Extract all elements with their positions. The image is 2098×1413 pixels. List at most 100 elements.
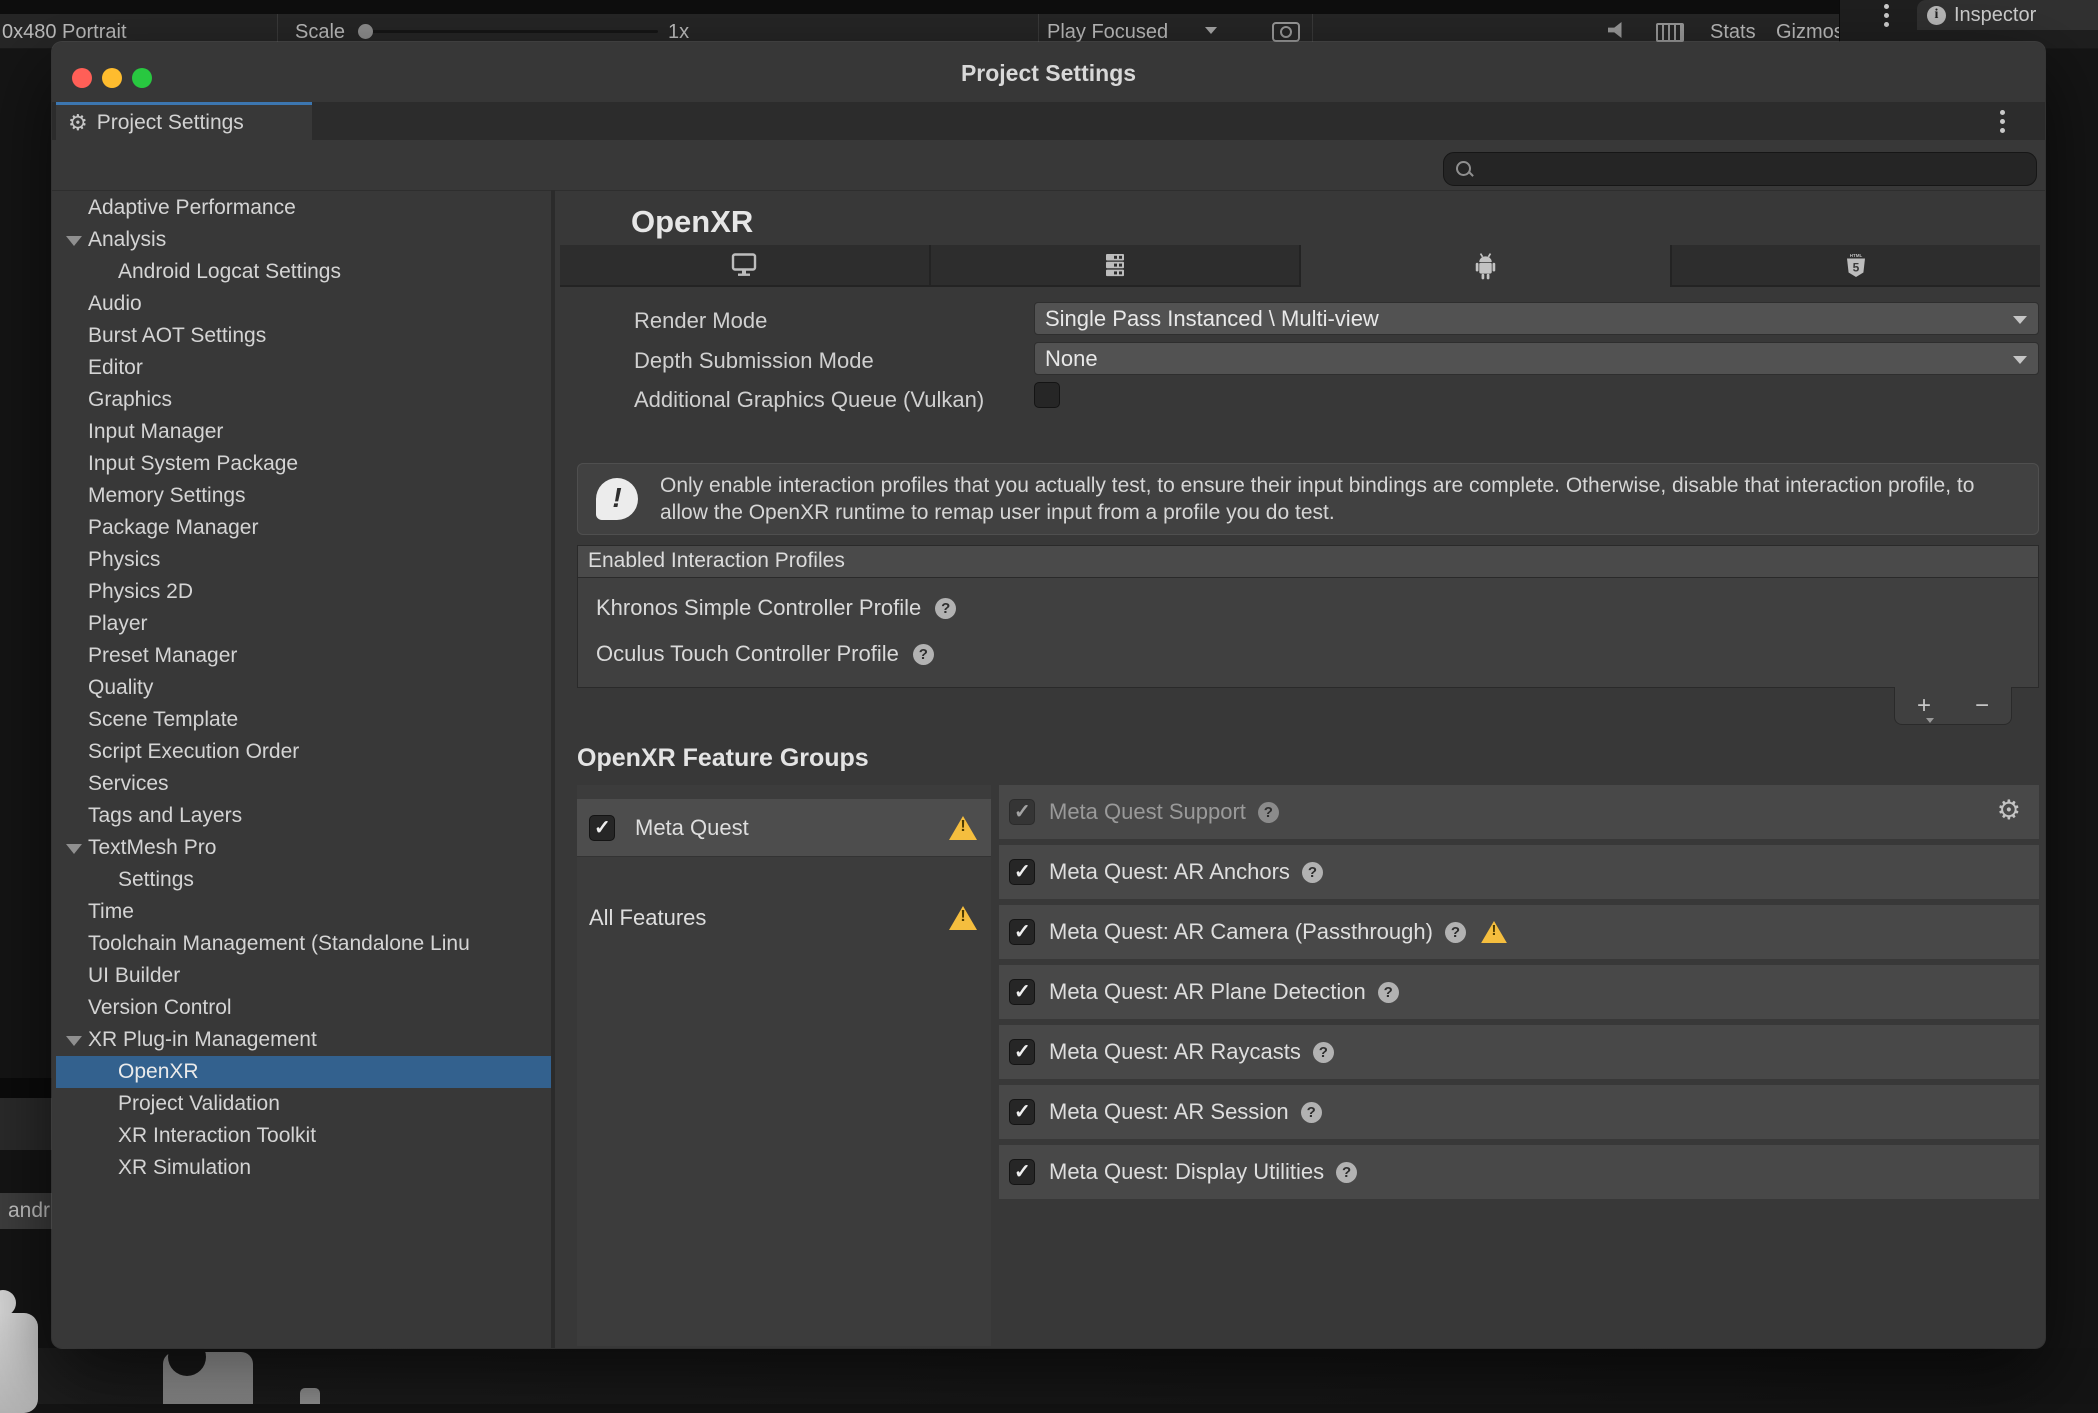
screenshot-icon[interactable] [1272, 22, 1300, 42]
sidebar-item-label: Burst AOT Settings [88, 324, 266, 347]
vsync-icon[interactable] [1656, 23, 1684, 42]
sidebar-item[interactable]: Input Manager [56, 416, 551, 448]
sidebar-item[interactable]: UI Builder [56, 960, 551, 992]
sidebar-item[interactable]: Settings [56, 864, 551, 896]
feature-checkbox[interactable] [1009, 799, 1035, 825]
feature-label: Meta Quest: AR Session [1049, 1099, 1289, 1125]
window-menu-kebab-icon[interactable] [2000, 110, 2005, 133]
play-focused-dropdown[interactable]: Play Focused [1047, 21, 1168, 44]
feature-checkbox[interactable] [1009, 1099, 1035, 1125]
sidebar-item[interactable]: Analysis [56, 224, 551, 256]
disclosure-triangle-icon[interactable] [66, 236, 82, 246]
remove-profile-button[interactable]: − [1975, 694, 1989, 718]
help-icon[interactable]: ? [935, 598, 956, 619]
feature-checkbox[interactable] [1009, 919, 1035, 945]
sidebar-item[interactable]: Tags and Layers [56, 800, 551, 832]
feature-group-row[interactable]: All Features [577, 893, 991, 943]
sidebar-item[interactable]: TextMesh Pro [56, 832, 551, 864]
gizmos-dropdown[interactable]: Gizmos [1776, 21, 1844, 44]
help-icon[interactable]: ? [913, 644, 934, 665]
sidebar-item[interactable]: Project Validation [56, 1088, 551, 1120]
depth-submission-dropdown[interactable]: None [1034, 342, 2039, 375]
sidebar-item[interactable]: XR Simulation [56, 1152, 551, 1184]
sidebar-item-label: Scene Template [88, 708, 238, 731]
sidebar-item[interactable]: Memory Settings [56, 480, 551, 512]
sidebar-item-label: Input Manager [88, 420, 223, 443]
sidebar-item[interactable]: Android Logcat Settings [56, 256, 551, 288]
tab-platform-webgl[interactable]: HTML 5 [1672, 245, 2041, 287]
help-icon[interactable]: ? [1258, 802, 1279, 823]
disclosure-triangle-icon[interactable] [66, 844, 82, 854]
depth-submission-label: Depth Submission Mode [634, 348, 874, 374]
meta-quest-features-list: Meta Quest Support ? ⚙ Meta Quest: AR An… [999, 785, 2039, 1205]
interaction-profile-row[interactable]: Oculus Touch Controller Profile ? [596, 638, 2038, 670]
sidebar-item[interactable]: Audio [56, 288, 551, 320]
sidebar-item[interactable]: Adaptive Performance [56, 192, 551, 224]
interaction-profile-row[interactable]: Khronos Simple Controller Profile ? [596, 592, 2038, 624]
feature-checkbox[interactable] [1009, 1039, 1035, 1065]
render-mode-dropdown[interactable]: Single Pass Instanced \ Multi-view [1034, 302, 2039, 335]
sidebar-item[interactable]: Burst AOT Settings [56, 320, 551, 352]
help-icon[interactable]: ? [1445, 922, 1466, 943]
scale-slider[interactable] [370, 30, 658, 33]
depth-submission-value: None [1045, 346, 1098, 371]
sidebar-item[interactable]: OpenXR [56, 1056, 551, 1088]
disclosure-triangle-icon[interactable] [66, 1036, 82, 1046]
help-icon[interactable]: ? [1336, 1162, 1357, 1183]
sidebar-item[interactable]: Editor [56, 352, 551, 384]
tab-platform-desktop[interactable] [560, 245, 931, 287]
feature-group-row[interactable]: Meta Quest [577, 799, 991, 857]
stats-button[interactable]: Stats [1710, 21, 1756, 44]
sidebar-item[interactable]: Toolchain Management (Standalone Linu [56, 928, 551, 960]
profiles-list-actions: + − [1894, 687, 2012, 725]
feature-checkbox[interactable] [1009, 1159, 1035, 1185]
sidebar-item[interactable]: Script Execution Order [56, 736, 551, 768]
scale-slider-knob[interactable] [358, 24, 373, 39]
sidebar-item[interactable]: Physics [56, 544, 551, 576]
sidebar-item[interactable]: XR Plug-in Management [56, 1024, 551, 1056]
sidebar-item[interactable]: Scene Template [56, 704, 551, 736]
window-titlebar[interactable]: Project Settings [52, 42, 2045, 102]
sidebar-item[interactable]: Graphics [56, 384, 551, 416]
tab-platform-android[interactable] [1301, 245, 1672, 287]
vulkan-queue-checkbox[interactable] [1034, 382, 1060, 408]
sidebar-item[interactable]: Quality [56, 672, 551, 704]
help-icon[interactable]: ? [1302, 862, 1323, 883]
group-checkbox[interactable] [589, 815, 615, 841]
sidebar-item[interactable]: Services [56, 768, 551, 800]
sidebar-item-label: XR Simulation [118, 1156, 251, 1179]
sidebar-item-label: Input System Package [88, 452, 298, 475]
sidebar-item[interactable]: XR Interaction Toolkit [56, 1120, 551, 1152]
inspector-tab[interactable]: i Inspector [1917, 0, 2098, 30]
mute-audio-icon[interactable] [1608, 22, 1626, 38]
feature-row: Meta Quest Support ? ⚙ [999, 785, 2039, 839]
sidebar-item-label: Quality [88, 676, 153, 699]
feature-row: Meta Quest: AR Anchors ? [999, 845, 2039, 899]
sidebar-item-label: XR Interaction Toolkit [118, 1124, 316, 1147]
help-icon[interactable]: ? [1301, 1102, 1322, 1123]
tab-platform-dedicated-server[interactable] [931, 245, 1302, 287]
sidebar-item[interactable]: Time [56, 896, 551, 928]
sidebar-item[interactable]: Physics 2D [56, 576, 551, 608]
search-input[interactable] [1443, 152, 2037, 186]
feature-settings-gear-icon[interactable]: ⚙ [1997, 797, 2021, 824]
project-settings-window: Project Settings ⚙ Project Settings Adap… [52, 42, 2045, 1348]
add-profile-button[interactable]: + [1917, 694, 1931, 718]
android-icon [1473, 252, 1498, 280]
sidebar-item[interactable]: Player [56, 608, 551, 640]
feature-label: Meta Quest: AR Camera (Passthrough) [1049, 919, 1433, 945]
help-icon[interactable]: ? [1313, 1042, 1334, 1063]
feature-checkbox[interactable] [1009, 859, 1035, 885]
sidebar-item[interactable]: Preset Manager [56, 640, 551, 672]
tab-project-settings[interactable]: ⚙ Project Settings [56, 102, 312, 140]
sidebar-item-label: Version Control [88, 996, 232, 1019]
feature-checkbox[interactable] [1009, 979, 1035, 1005]
scale-value: 1x [668, 21, 689, 44]
resolution-dropdown[interactable]: 0x480 Portrait [2, 21, 127, 44]
openxr-settings-pane: OpenXR [555, 190, 2045, 1348]
panel-menu-kebab-icon[interactable] [1884, 4, 1889, 27]
help-icon[interactable]: ? [1378, 982, 1399, 1003]
sidebar-item[interactable]: Input System Package [56, 448, 551, 480]
sidebar-item[interactable]: Package Manager [56, 512, 551, 544]
sidebar-item[interactable]: Version Control [56, 992, 551, 1024]
